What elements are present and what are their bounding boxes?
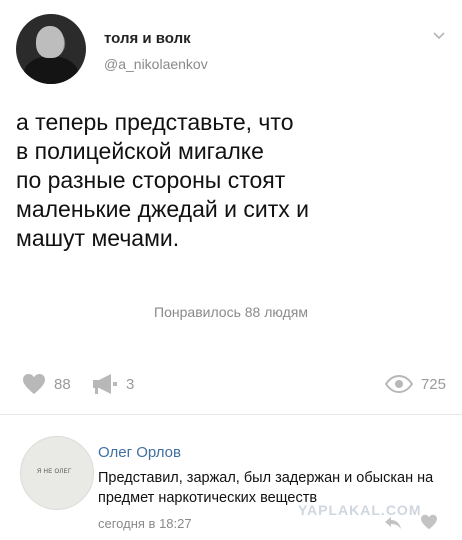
comment-time[interactable]: сегодня в 18:27 — [98, 516, 192, 531]
avatar-caption: Я НЕ ОЛЕГ — [37, 469, 72, 475]
divider — [0, 414, 462, 415]
post-text: а теперь представьте, что в полицейской … — [16, 109, 309, 251]
author-handle[interactable]: @a_nikolaenkov — [104, 56, 208, 72]
reply-icon[interactable] — [384, 516, 402, 530]
views-count: 725 — [420, 375, 446, 393]
author-avatar[interactable] — [16, 14, 86, 84]
stats-row: 88 3 725 — [22, 370, 446, 398]
heart-icon — [23, 374, 45, 394]
eye-icon — [384, 375, 413, 393]
commenter-avatar[interactable]: Я НЕ ОЛЕГ — [20, 436, 94, 510]
repost-count: 3 — [126, 375, 135, 393]
comment-heart-icon[interactable] — [420, 514, 438, 530]
avatar-face — [36, 26, 64, 58]
author-name[interactable]: толя и волк — [104, 30, 191, 47]
likes-summary[interactable]: Понравилось 88 людям — [0, 304, 462, 320]
megaphone-icon — [93, 374, 117, 394]
views-counter: 725 — [384, 370, 446, 398]
chevron-down-icon[interactable] — [432, 28, 446, 42]
avatar-body — [24, 56, 78, 84]
repost-button[interactable]: 3 — [92, 370, 134, 398]
like-button[interactable]: 88 — [22, 370, 71, 398]
comment-author[interactable]: Олег Орлов — [98, 444, 181, 461]
watermark: YAPLAKAL.COM — [298, 502, 422, 518]
like-count: 88 — [54, 375, 71, 393]
post-header: толя и волк @a_nikolaenkov — [14, 14, 448, 86]
